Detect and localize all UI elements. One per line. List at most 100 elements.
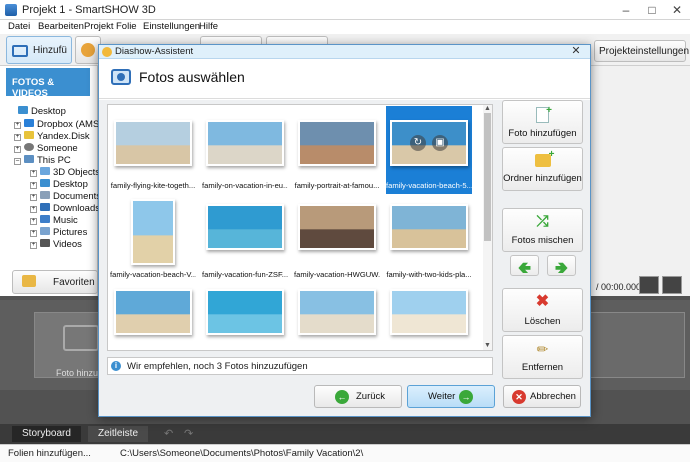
menu-item-hilfe[interactable]: Hilfe bbox=[199, 21, 218, 32]
tree-item[interactable]: + Downloads bbox=[30, 203, 100, 214]
next-button[interactable]: Weiter → bbox=[407, 385, 495, 408]
expand-icon[interactable]: + bbox=[30, 170, 37, 177]
photo-thumbnail bbox=[114, 120, 192, 166]
expand-icon[interactable]: + bbox=[30, 218, 37, 225]
fotos-videos-label: FOTOS & VIDEOS bbox=[12, 77, 55, 99]
status-text: Folien hinzufügen... bbox=[8, 448, 91, 459]
scroll-up-icon[interactable]: ▲ bbox=[483, 105, 492, 113]
tree-item[interactable]: + Music bbox=[30, 215, 78, 226]
photo-tile[interactable]: family-with-two-kids-pla... bbox=[386, 195, 472, 283]
photo-tile[interactable]: family-vacation-beach-V... bbox=[110, 195, 196, 283]
crop-icon[interactable]: ▣ bbox=[432, 135, 448, 151]
tree-item[interactable]: + Yandex.Disk bbox=[14, 131, 90, 142]
app-title: Projekt 1 - SmartSHOW 3D bbox=[22, 4, 156, 16]
shuffle-button[interactable]: ⤮ Fotos mischen bbox=[502, 208, 583, 252]
photo-thumbnail bbox=[206, 289, 284, 335]
snapshot-button[interactable] bbox=[639, 276, 659, 294]
redo-icon[interactable]: ↷ bbox=[184, 427, 193, 440]
menu-item-einstellungen[interactable]: Einstellungen bbox=[143, 21, 200, 32]
tree-item[interactable]: + Pictures bbox=[30, 227, 87, 238]
minimize-icon[interactable]: – bbox=[615, 2, 637, 18]
expand-icon[interactable]: + bbox=[30, 194, 37, 201]
menu-item-bearbeiten[interactable]: Bearbeiten bbox=[38, 21, 84, 32]
desktop-icon bbox=[40, 179, 50, 187]
menu-item-projekt[interactable]: Projekt bbox=[84, 21, 114, 32]
statusbar: Folien hinzufügen... C:\Users\Someone\Do… bbox=[0, 444, 690, 462]
photo-tile[interactable]: family-flying-kite-togeth... bbox=[110, 106, 196, 194]
photo-tile[interactable]: family-vacation-HWGUW... bbox=[294, 195, 380, 283]
photo-thumbnail bbox=[114, 289, 192, 335]
fotos-videos-tab[interactable]: FOTOS & VIDEOS bbox=[6, 68, 90, 99]
add-photo-placeholder: Foto hinzuf bbox=[56, 368, 101, 378]
info-message: Wir empfehlen, noch 3 Fotos hinzuzufügen bbox=[127, 361, 308, 372]
photo-caption: family-vacation-beach-5... bbox=[386, 181, 472, 190]
app-logo-icon bbox=[5, 4, 17, 16]
add-folder-label: Ordner hinzufügen bbox=[503, 173, 582, 184]
arrow-right-icon: → bbox=[459, 390, 473, 404]
tab-storyboard[interactable]: Storyboard bbox=[12, 426, 81, 442]
tab-zeitleiste[interactable]: Zeitleiste bbox=[88, 426, 149, 442]
downloads-icon bbox=[40, 203, 50, 211]
tree-item[interactable]: – This PC bbox=[14, 155, 71, 166]
tree-item[interactable]: + Someone bbox=[14, 143, 78, 154]
tree-item[interactable]: + Documents bbox=[30, 191, 101, 202]
remove-button[interactable]: ✏ Entfernen bbox=[502, 335, 583, 379]
expand-icon[interactable]: + bbox=[14, 122, 21, 129]
photo-thumbnail bbox=[390, 289, 468, 335]
expand-icon[interactable]: + bbox=[30, 242, 37, 249]
expand-icon[interactable]: + bbox=[30, 230, 37, 237]
photo-tile[interactable]: family-portrait-at-famou... bbox=[294, 106, 380, 194]
shuffle-icon: ⤮ bbox=[536, 213, 549, 230]
tab-add[interactable]: Hinzufü bbox=[6, 36, 72, 64]
scrollbar-thumb[interactable] bbox=[484, 113, 491, 241]
photo-thumbnail bbox=[390, 204, 468, 250]
photo-tile[interactable]: family-on-vacation-in-eu... bbox=[202, 106, 288, 194]
photo-caption: family-vacation-fun-ZSF... bbox=[202, 270, 288, 279]
user-icon bbox=[24, 143, 34, 151]
tree-item[interactable]: + Dropbox (AMS bbox=[14, 119, 99, 130]
wizard-icon bbox=[102, 47, 112, 57]
add-photo-button[interactable]: + Foto hinzufügen bbox=[502, 100, 583, 144]
photo-tile[interactable]: ↻ ▣ family-vacation-beach-5... bbox=[386, 106, 472, 194]
delete-button[interactable]: ✖ Löschen bbox=[502, 288, 583, 332]
back-label: Zurück bbox=[356, 391, 386, 402]
back-button[interactable]: ← Zurück bbox=[314, 385, 402, 408]
music-icon bbox=[40, 215, 50, 223]
expand-icon[interactable]: + bbox=[30, 182, 37, 189]
undo-icon[interactable]: ↶ bbox=[164, 427, 173, 440]
photo-placeholder-icon bbox=[63, 325, 99, 351]
expand-icon[interactable]: + bbox=[14, 146, 21, 153]
maximize-icon[interactable]: □ bbox=[641, 2, 663, 18]
project-settings-button[interactable]: Projekteinstellungen bbox=[594, 40, 689, 62]
scroll-down-icon[interactable]: ▼ bbox=[483, 342, 492, 350]
rotate-icon[interactable]: ↻ bbox=[410, 135, 426, 151]
broom-icon: ✏ bbox=[536, 341, 549, 357]
info-icon: i bbox=[111, 361, 121, 371]
camera-icon bbox=[111, 69, 131, 85]
expand-icon[interactable]: + bbox=[14, 134, 21, 141]
tree-item[interactable]: Desktop bbox=[18, 106, 66, 117]
add-photo-label: Foto hinzufügen bbox=[508, 128, 577, 139]
storyboard-slot[interactable] bbox=[590, 312, 685, 378]
move-right-button[interactable]: 🢂 bbox=[547, 255, 576, 277]
palette-icon bbox=[81, 43, 95, 57]
collapse-icon[interactable]: – bbox=[14, 158, 21, 165]
cancel-button[interactable]: ✕ Abbrechen bbox=[503, 385, 581, 408]
dialog-close-icon[interactable]: ✕ bbox=[567, 45, 585, 58]
tree-item[interactable]: +3D Objects bbox=[30, 167, 100, 178]
fullscreen-button[interactable] bbox=[662, 276, 682, 294]
move-left-button[interactable]: 🢀 bbox=[510, 255, 539, 277]
close-icon[interactable]: ✕ bbox=[666, 2, 688, 18]
delete-label: Löschen bbox=[524, 316, 561, 327]
photo-thumbnail bbox=[390, 120, 468, 166]
photo-thumbnail bbox=[206, 204, 284, 250]
add-folder-button[interactable]: + Ordner hinzufügen bbox=[502, 147, 583, 191]
app-titlebar: Projekt 1 - SmartSHOW 3D – □ ✕ bbox=[0, 0, 690, 20]
expand-icon[interactable]: + bbox=[30, 206, 37, 213]
dialog-window-title: Diashow-Assistent bbox=[115, 46, 194, 57]
tree-item[interactable]: + Videos bbox=[30, 239, 82, 250]
photo-tile[interactable]: family-vacation-fun-ZSF... bbox=[202, 195, 288, 283]
menu-item-folie[interactable]: Folie bbox=[116, 21, 137, 32]
menu-item-datei[interactable]: Datei bbox=[8, 21, 30, 32]
tree-item[interactable]: + Desktop bbox=[30, 179, 88, 190]
